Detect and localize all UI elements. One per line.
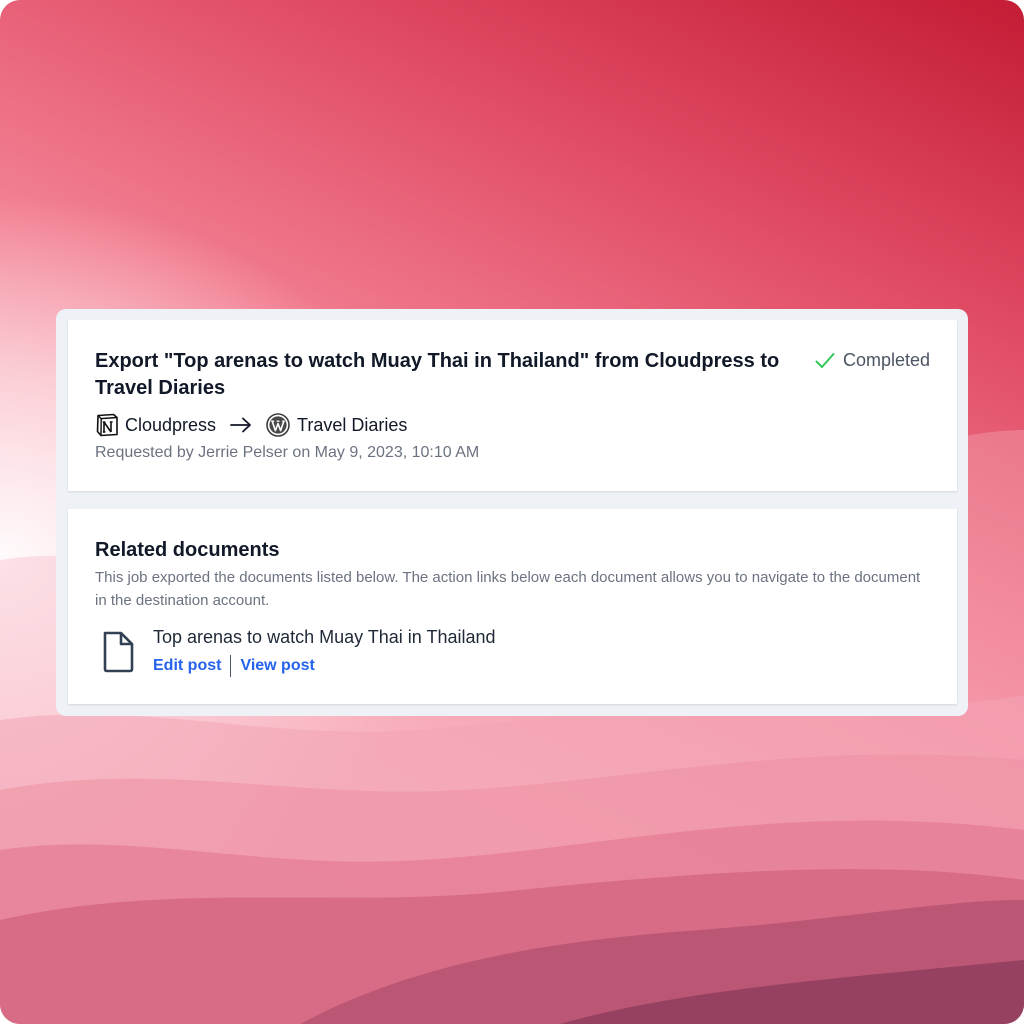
job-title: Export "Top arenas to watch Muay Thai in… (95, 350, 780, 399)
check-icon (815, 352, 835, 370)
source-name: Cloudpress (125, 414, 217, 435)
edit-post-link[interactable]: Edit post (153, 657, 221, 675)
destination-name: Travel Diaries (297, 414, 408, 435)
related-documents-description: This job exported the documents listed b… (95, 569, 921, 609)
related-documents-card: Related documents This job exported the … (68, 509, 957, 704)
status-indicator: Completed (815, 350, 930, 371)
export-route: Cloudpress Travel Diaries (95, 413, 407, 437)
background-canvas: Export "Top arenas to watch Muay Thai in… (0, 0, 1024, 1024)
document-icon (101, 631, 135, 678)
view-post-link[interactable]: View post (240, 657, 314, 675)
wordpress-icon (266, 413, 290, 437)
document-title: Top arenas to watch Muay Thai in Thailan… (153, 627, 496, 647)
job-summary-card: Export "Top arenas to watch Muay Thai in… (68, 320, 957, 491)
document-item: Top arenas to watch Muay Thai in Thailan… (101, 627, 801, 683)
status-label: Completed (842, 350, 930, 370)
arrow-right-icon (230, 417, 252, 433)
notion-icon (95, 413, 119, 437)
job-panel: Export "Top arenas to watch Muay Thai in… (56, 309, 968, 716)
divider (230, 655, 232, 677)
document-actions: Edit post View post (153, 655, 315, 677)
requested-info: Requested by Jerrie Pelser on May 9, 202… (95, 444, 480, 461)
related-documents-title: Related documents (95, 539, 280, 561)
